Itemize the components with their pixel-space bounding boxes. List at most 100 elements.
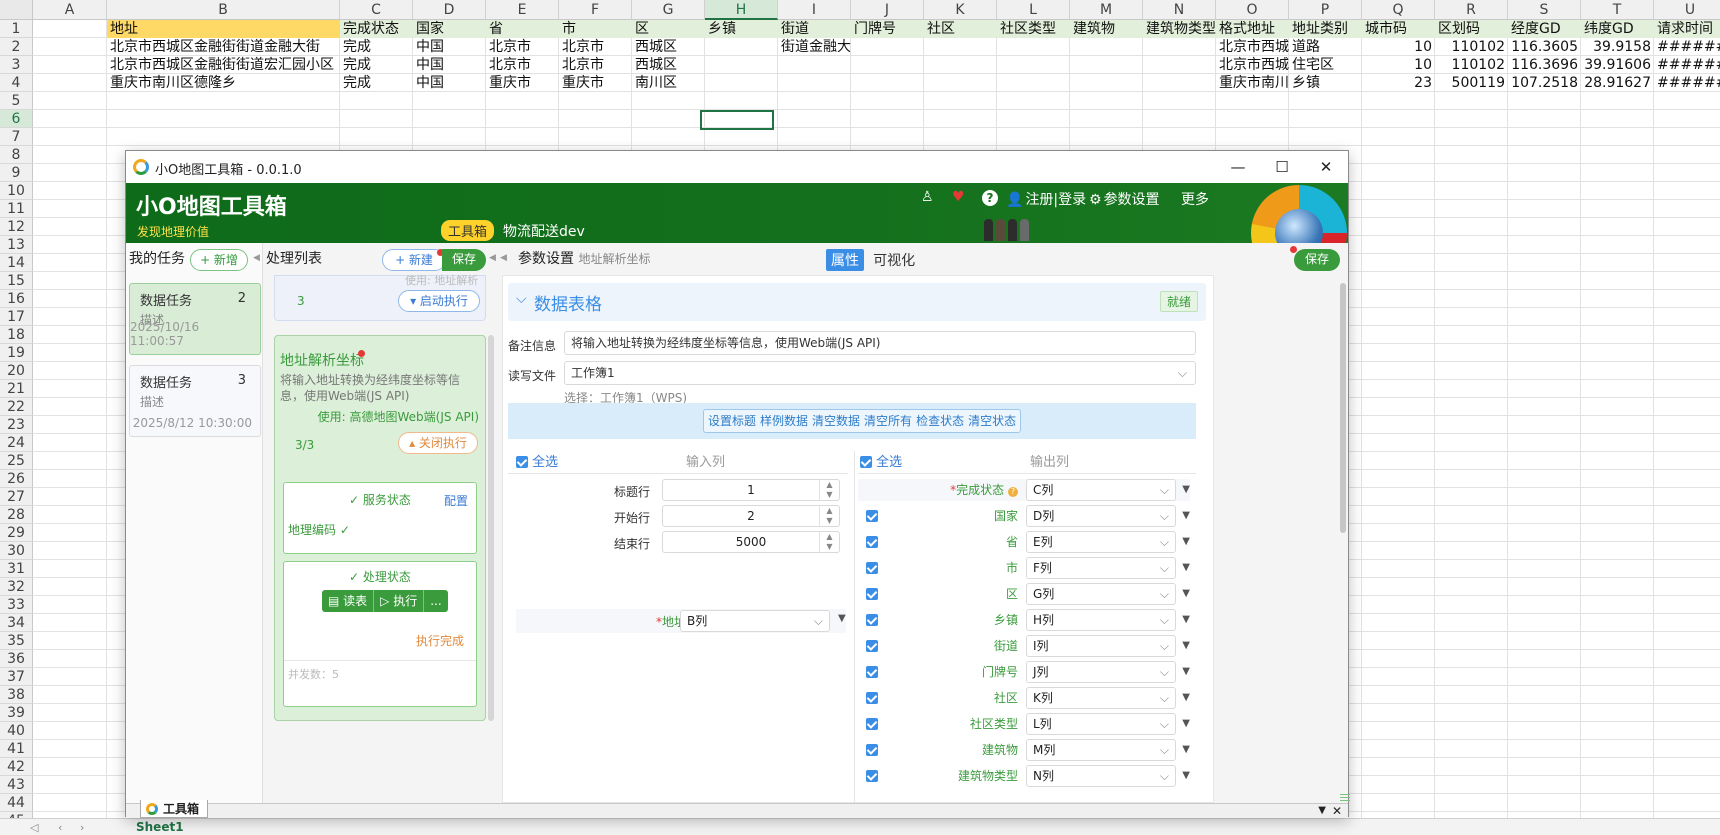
row-header-24[interactable]: 24 [0, 434, 33, 452]
task-card-2[interactable]: 数据任务 3 描述 2025/8/12 10:30:00 [129, 365, 261, 437]
column-header-I[interactable]: I [778, 0, 851, 20]
checkbox-icon[interactable] [860, 456, 872, 468]
row-header-3[interactable]: 3 [0, 56, 33, 74]
help-icon[interactable]: ? [982, 190, 998, 206]
row-menu-icon[interactable]: ▼ [1182, 739, 1190, 761]
row-header-4[interactable]: 4 [0, 74, 33, 92]
output-column-select[interactable]: K列 ⌵ [1026, 687, 1176, 709]
row-header-21[interactable]: 21 [0, 380, 33, 398]
checkbox-icon[interactable] [866, 692, 878, 704]
output-column-select[interactable]: E列 ⌵ [1026, 531, 1176, 553]
output-column-select[interactable]: N列 ⌵ [1026, 765, 1176, 787]
row-header-37[interactable]: 37 [0, 668, 33, 686]
header-cell[interactable]: 建筑物类型 [1143, 20, 1216, 38]
address-geocode-card[interactable]: 地址解析坐标 将输入地址转换为经纬度坐标等信息，使用Web端(JS API) 使… [274, 335, 486, 721]
row-header-22[interactable]: 22 [0, 398, 33, 416]
number-stepper[interactable]: 2 ▲ ▼ [662, 505, 840, 527]
data-cell[interactable]: 南川区 [632, 74, 705, 92]
header-cell[interactable]: 国家 [413, 20, 486, 38]
data-cell[interactable]: 116.3696 [1508, 56, 1581, 74]
project-name[interactable]: 物流配送dev [503, 221, 585, 241]
stepper-arrows-icon[interactable]: ▲ ▼ [819, 480, 839, 500]
data-cell[interactable]: 39.91606 [1581, 56, 1654, 74]
data-cell[interactable] [1070, 74, 1143, 92]
number-stepper[interactable]: 1 ▲ ▼ [662, 479, 840, 501]
data-cell[interactable] [1143, 38, 1216, 56]
checkbox-icon[interactable] [866, 562, 878, 574]
header-cell[interactable]: 格式地址 [1216, 20, 1289, 38]
header-cell[interactable]: 建筑物 [1070, 20, 1143, 38]
data-cell[interactable] [924, 56, 997, 74]
data-cell[interactable]: 北京市 [486, 38, 559, 56]
data-cell[interactable]: 北京市西城 [1216, 38, 1289, 56]
column-header-J[interactable]: J [851, 0, 924, 20]
column-header-E[interactable]: E [486, 0, 559, 20]
header-cell[interactable]: 完成状态 [340, 20, 413, 38]
row-header-27[interactable]: 27 [0, 488, 33, 506]
data-cell[interactable]: ######## [1654, 38, 1720, 56]
checkbox-icon[interactable] [866, 588, 878, 600]
header-cell[interactable]: 经度GD [1508, 20, 1581, 38]
data-cell[interactable]: 39.9158 [1581, 38, 1654, 56]
row-header-11[interactable]: 11 [0, 200, 33, 218]
header-cell[interactable]: 请求时间 [1654, 20, 1720, 38]
column-header-R[interactable]: R [1435, 0, 1508, 20]
row-header-6[interactable]: 6 [0, 110, 33, 128]
output-column-select[interactable]: J列 ⌵ [1026, 661, 1176, 683]
input-select-all[interactable]: 全选 [516, 453, 558, 473]
data-cell[interactable]: 北京市 [559, 56, 632, 74]
row-header-34[interactable]: 34 [0, 614, 33, 632]
output-column-select[interactable]: C列 ⌵ [1026, 479, 1176, 501]
read-table-button[interactable]: ▤ 读表 [322, 590, 375, 612]
row-header-39[interactable]: 39 [0, 704, 33, 722]
data-cell[interactable]: 重庆市南川区德隆乡 [107, 74, 340, 92]
data-cell[interactable] [997, 38, 1070, 56]
output-column-select[interactable]: G列 ⌵ [1026, 583, 1176, 605]
column-header-N[interactable]: N [1143, 0, 1216, 20]
output-column-select[interactable]: M列 ⌵ [1026, 739, 1176, 761]
start-exec-button[interactable]: ▾ 启动执行 [398, 290, 480, 312]
row-header-14[interactable]: 14 [0, 254, 33, 272]
checkbox-icon[interactable] [866, 666, 878, 678]
header-cell[interactable]: 省 [486, 20, 559, 38]
data-cell[interactable]: 110102 [1435, 56, 1508, 74]
data-cell[interactable]: 10 [1362, 38, 1435, 56]
data-cell[interactable] [1143, 56, 1216, 74]
chevron-down-icon[interactable]: ⌵ [516, 291, 527, 307]
note-field[interactable]: 将输入地址转换为经纬度坐标等信息，使用Web端(JS API) [564, 331, 1196, 355]
row-menu-icon[interactable]: ▼ [1182, 635, 1190, 657]
row-menu-icon[interactable]: ▼ [1182, 609, 1190, 631]
data-cell[interactable]: 北京市西城区金融街街道金融大街 [107, 38, 340, 56]
output-column-select[interactable]: H列 ⌵ [1026, 609, 1176, 631]
column-header-M[interactable]: M [1070, 0, 1143, 20]
row-menu-icon[interactable]: ▼ [1182, 687, 1190, 709]
file-select[interactable]: 工作簿1 ⌵ [564, 361, 1196, 385]
data-cell[interactable] [997, 74, 1070, 92]
row-header-5[interactable]: 5 [0, 92, 33, 110]
data-cell[interactable] [778, 74, 851, 92]
row-header-42[interactable]: 42 [0, 758, 33, 776]
output-column-select[interactable]: L列 ⌵ [1026, 713, 1176, 735]
row-header-33[interactable]: 33 [0, 596, 33, 614]
data-cell[interactable]: 110102 [1435, 38, 1508, 56]
header-cell[interactable]: 街道 [778, 20, 851, 38]
row-header-10[interactable]: 10 [0, 182, 33, 200]
row-header-36[interactable]: 36 [0, 650, 33, 668]
column-header-K[interactable]: K [924, 0, 997, 20]
row-header-16[interactable]: 16 [0, 290, 33, 308]
column-header-H[interactable]: H [705, 0, 778, 20]
row-header-15[interactable]: 15 [0, 272, 33, 290]
data-cell[interactable] [997, 56, 1070, 74]
data-cell[interactable] [778, 56, 851, 74]
output-column-select[interactable]: I列 ⌵ [1026, 635, 1176, 657]
row-header-23[interactable]: 23 [0, 416, 33, 434]
row-menu-icon[interactable]: ▼ [1182, 531, 1190, 553]
data-cell[interactable]: 西城区 [632, 56, 705, 74]
checkbox-icon[interactable] [866, 744, 878, 756]
column-header-F[interactable]: F [559, 0, 632, 20]
row-menu-icon[interactable]: ▼ [1182, 479, 1190, 501]
row-header-8[interactable]: 8 [0, 146, 33, 164]
maximize-icon[interactable]: ☐ [1260, 155, 1304, 179]
row-header-17[interactable]: 17 [0, 308, 33, 326]
close-icon[interactable]: ✕ [1304, 155, 1348, 179]
